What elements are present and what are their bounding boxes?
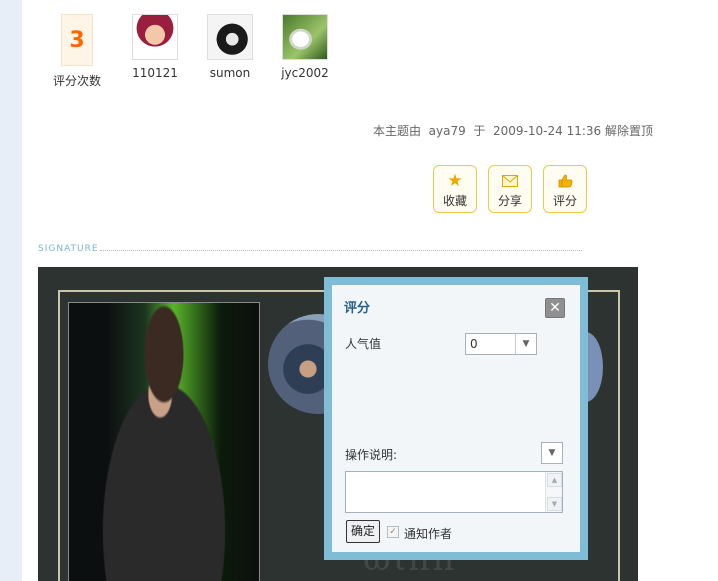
scroll-down-icon[interactable]: ▼	[547, 497, 562, 511]
note-textarea[interactable]: ▲ ▼	[345, 471, 563, 513]
popularity-value: 0	[470, 337, 478, 351]
notify-author-label[interactable]: 通知作者	[404, 525, 452, 542]
avatar[interactable]	[282, 14, 328, 60]
topic-moderation-info: 本主题由 aya79 于 2009-10-24 11:36 解除置顶	[373, 122, 653, 139]
thumb-icon	[544, 171, 586, 191]
rate-label: 评分	[552, 194, 577, 208]
signature-divider	[100, 250, 582, 251]
rate-count: 3	[61, 14, 93, 66]
star-icon: ★	[447, 171, 463, 191]
topic-info-prefix: 本主题由	[373, 124, 422, 138]
chevron-down-icon[interactable]: ▼	[515, 334, 536, 354]
rating-dialog-body: 评分 ✕ 人气值 0 ▼ 操作说明: ▼ ▲ ▼ 确定 ✓ 通知作者	[332, 285, 580, 552]
dialog-title: 评分	[344, 301, 371, 316]
signature-label: SIGNATURE	[38, 244, 99, 254]
rater-sumon[interactable]: sumon	[200, 14, 260, 80]
favorite-button[interactable]: ★ 收藏	[433, 165, 477, 213]
chevron-down-icon: ▼	[548, 448, 556, 458]
note-preset-select[interactable]: ▼	[541, 442, 563, 464]
close-button[interactable]: ✕	[545, 298, 565, 318]
topic-info-middle: 于	[473, 124, 486, 138]
rater-name[interactable]: 110121	[125, 66, 185, 80]
avatar[interactable]	[207, 14, 253, 60]
topic-info-datetime: 2009-10-24 11:36	[493, 124, 602, 138]
share-label: 分享	[497, 194, 522, 208]
rater-name[interactable]: sumon	[200, 66, 260, 80]
popularity-select[interactable]: 0 ▼	[465, 333, 537, 355]
rate-button[interactable]: 评分	[543, 165, 587, 213]
confirm-button[interactable]: 确定	[346, 520, 380, 543]
avatar[interactable]	[132, 14, 178, 60]
scroll-up-icon[interactable]: ▲	[547, 473, 562, 487]
singer-photo	[68, 302, 260, 581]
envelope-icon	[489, 171, 531, 191]
rating-dialog: 评分 ✕ 人气值 0 ▼ 操作说明: ▼ ▲ ▼ 确定 ✓ 通知作者	[324, 277, 588, 560]
rate-count-label: 评分次数	[52, 74, 101, 88]
popularity-label: 人气值	[345, 337, 382, 351]
note-label: 操作说明:	[345, 448, 398, 462]
rater-jyc2002[interactable]: jyc2002	[275, 14, 335, 80]
topic-info-action: 解除置顶	[605, 124, 654, 138]
scrollbar[interactable]: ▲ ▼	[545, 472, 562, 512]
close-icon: ✕	[549, 300, 561, 316]
rater-110121[interactable]: 110121	[125, 14, 185, 80]
topic-info-user[interactable]: aya79	[429, 124, 466, 138]
favorite-label: 收藏	[442, 194, 467, 208]
notify-author-checkbox[interactable]: ✓	[387, 526, 399, 538]
share-button[interactable]: 分享	[488, 165, 532, 213]
left-gutter	[0, 0, 22, 581]
rater-name[interactable]: jyc2002	[275, 66, 335, 80]
rate-count-block: 3 评分次数	[47, 14, 107, 89]
